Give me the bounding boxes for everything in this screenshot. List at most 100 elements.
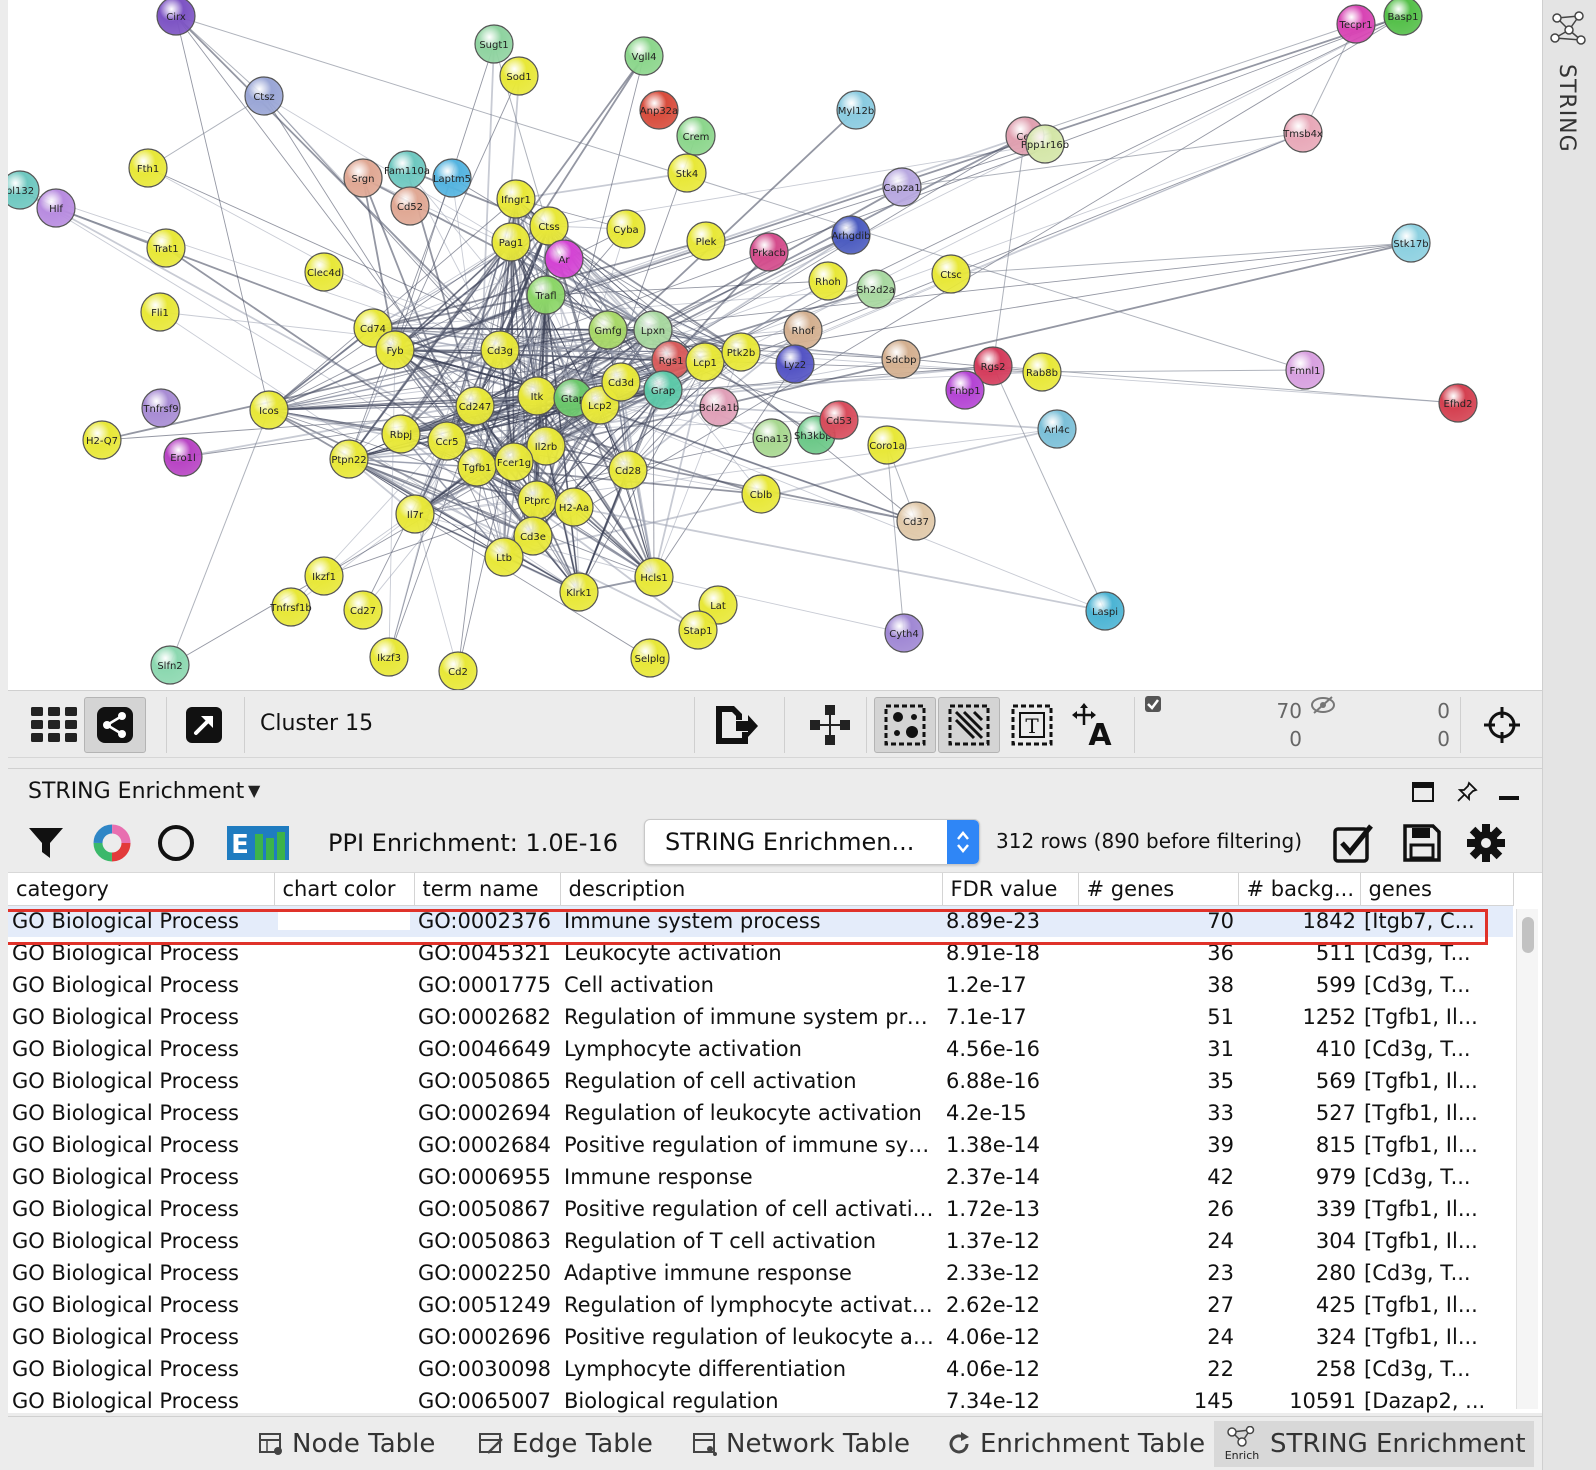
string-side-tab[interactable]: STRING [1549,8,1591,158]
network-node[interactable]: Cd3d [601,362,641,402]
network-node[interactable]: Cirx [156,0,196,36]
panel-title[interactable]: STRING Enrichment [28,779,244,804]
network-node[interactable]: Trafl [526,275,566,315]
table-row[interactable]: GO Biological Process GO:0002250 Adaptive … [8,1257,1513,1289]
network-node[interactable]: Rhof [783,310,823,350]
network-edge[interactable] [1041,369,1306,373]
select-nodes-button[interactable] [874,697,936,753]
column-description[interactable]: description [560,873,943,906]
network-node[interactable]: Ikzf3 [369,637,409,677]
network-node[interactable]: Laptm5 [432,158,472,198]
enrichment-table[interactable]: category chart color term name description F… [8,873,1542,1413]
network-node[interactable]: Grap [643,370,683,410]
table-row[interactable]: GO Biological Process GO:0046649 Lymphocyt… [8,1033,1513,1065]
network-node[interactable]: Fam110a [384,150,430,190]
column-category[interactable]: category [8,873,275,906]
network-edge[interactable] [147,95,265,169]
maximize-icon[interactable] [1410,779,1436,805]
column-term-name[interactable]: term name [414,873,561,906]
column-chart-color[interactable]: chart color [274,873,415,906]
network-node[interactable]: Selplg [630,638,670,678]
table-row[interactable]: GO Biological Process GO:0001775 Cell acti… [8,969,1513,1001]
tab-network-table[interactable]: Network Table [684,1421,918,1467]
network-canvas[interactable]: Cirx Sugt1 Vgll4 Tecpr1 Basp1 Ctsz Sod1 Anp32a M… [8,0,1542,690]
network-node[interactable]: Cyth4 [884,613,924,653]
network-node[interactable]: Ptk2b [721,332,761,372]
network-node[interactable]: H2-Aa [554,487,594,527]
network-node[interactable]: Fyb [375,330,415,370]
network-node[interactable]: Tnfrsf1b [269,587,312,627]
network-node[interactable]: Pag1 [491,222,531,262]
network-node[interactable]: Hlf [36,188,76,228]
enrichment-map-button[interactable]: E [226,819,290,867]
network-node[interactable]: Plek [686,221,726,261]
tab-edge-table[interactable]: Edge Table [470,1421,661,1467]
reset-chart-button[interactable] [152,819,200,867]
table-row[interactable]: GO Biological Process GO:0045321 Leukocyte… [8,937,1513,969]
network-node[interactable]: Icos [249,390,289,430]
move-label-button[interactable]: A [1066,697,1122,753]
filter-button[interactable] [22,819,70,867]
network-edge[interactable] [992,365,1459,404]
network-node[interactable]: Cblb [741,474,781,514]
network-edge[interactable] [992,365,1106,612]
column-fdr-value[interactable]: FDR value [942,873,1079,906]
network-edge[interactable] [268,327,374,411]
table-row[interactable]: GO Biological Process GO:0050865 Regulatio… [8,1065,1513,1097]
column-genes[interactable]: genes [1360,873,1514,906]
network-node[interactable]: Sh2d2a [856,269,896,309]
network-node[interactable]: Hcls1 [634,557,674,597]
select-annotations-button[interactable]: T [1004,697,1060,753]
network-node[interactable]: Cd53 [819,400,859,440]
grid-view-button[interactable] [26,697,82,753]
network-node[interactable]: Il7r [395,494,435,534]
network-node[interactable]: Stk17b [1391,223,1431,263]
network-node[interactable]: Ptprc [517,480,557,520]
network-node[interactable]: Laspi [1085,591,1125,631]
select-edges-button[interactable] [938,697,1000,753]
column-background[interactable]: # backg... [1238,873,1361,906]
network-node[interactable]: Ltb [484,537,524,577]
network-node[interactable]: Tmsb4x [1282,113,1323,153]
donut-chart-button[interactable] [88,819,136,867]
table-row[interactable]: GO Biological Process GO:0002376 Immune sy… [8,905,1513,937]
network-node[interactable]: Cd52 [390,186,430,226]
network-edge[interactable] [536,499,1106,612]
network-node[interactable]: Arl4c [1037,409,1077,449]
network-node[interactable]: Anp32a [639,90,679,130]
network-node[interactable]: Fli1 [140,292,180,332]
network-node[interactable]: Ar [544,239,584,279]
network-node[interactable]: Ctsz [244,76,284,116]
network-node[interactable]: Tgfb1 [457,447,497,487]
network-node[interactable]: Gna13 [752,418,792,458]
network-edge[interactable] [388,349,396,658]
column-genes-count[interactable]: # genes [1078,873,1239,906]
chart-color-swatch[interactable] [278,912,410,931]
network-node[interactable]: Crem [676,116,716,156]
network-node[interactable]: Efhd2 [1438,383,1478,423]
tab-enrichment-table[interactable]: Enrichment Table [938,1421,1213,1467]
network-node[interactable]: Ero1l [163,437,203,477]
network-node[interactable]: Clec4d [304,252,344,292]
network-edge[interactable] [263,95,654,331]
network-node[interactable]: Coro1a [867,425,907,465]
layout-button[interactable] [802,697,858,753]
tab-node-table[interactable]: Node Table [250,1421,443,1467]
network-node[interactable]: pl132 [8,170,40,210]
network-node[interactable]: Lyz2 [775,344,815,384]
network-node[interactable]: Ctss [529,206,569,246]
table-row[interactable]: GO Biological Process GO:0030098 Lymphocyt… [8,1353,1513,1385]
network-node[interactable]: Cd247 [455,386,495,426]
table-row[interactable]: GO Biological Process GO:0002682 Regulatio… [8,1001,1513,1033]
table-row[interactable]: GO Biological Process GO:0050863 Regulatio… [8,1225,1513,1257]
network-node[interactable]: Ctsc [931,254,971,294]
table-row[interactable]: GO Biological Process GO:0050867 Positive … [8,1193,1513,1225]
settings-button[interactable] [1462,819,1510,867]
export-button[interactable] [704,697,768,753]
network-node[interactable]: Myl12b [836,90,876,130]
select-all-button[interactable] [1330,819,1378,867]
network-node[interactable]: Itk [517,376,557,416]
network-node[interactable]: Gmfg [588,310,628,350]
table-row[interactable]: GO Biological Process GO:0051249 Regulatio… [8,1289,1513,1321]
table-row[interactable]: GO Biological Process GO:0006955 Immune re… [8,1161,1513,1193]
